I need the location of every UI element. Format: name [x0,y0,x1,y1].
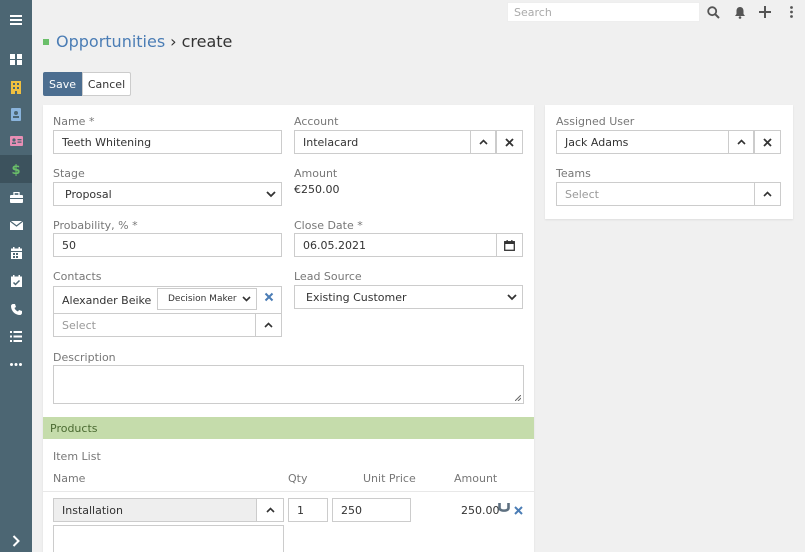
task-list-icon[interactable] [0,322,32,350]
chevron-down-icon [507,294,517,301]
teams-label: Teams [556,167,591,180]
description-label: Description [53,351,116,364]
close-icon [763,137,772,147]
more-icon[interactable] [0,350,32,378]
plus-icon[interactable] [756,3,774,21]
close-date-field[interactable]: 06.05.2021 [294,233,497,257]
contacts-select-input[interactable]: Select [53,313,256,337]
menu-icon[interactable] [0,6,32,34]
bell-icon[interactable] [731,3,749,21]
contact-remove-button[interactable] [264,292,274,305]
divider [43,491,534,492]
chevron-up-icon [736,139,746,145]
teams-select-input[interactable]: Select [556,182,755,206]
products-section-header: Products [43,417,534,439]
chevron-down-icon [266,191,276,198]
column-unit-price: Unit Price [363,472,416,485]
products-title: Products [50,421,98,435]
date-picker-button[interactable] [496,233,523,257]
account-label: Account [294,115,339,128]
unit-price-field[interactable]: 250 [332,498,411,522]
column-qty: Qty [288,472,308,485]
close-icon [514,506,523,515]
chevron-up-icon [264,322,273,328]
product-name-field[interactable]: Installation [53,498,257,522]
product-select-button[interactable] [256,498,284,522]
assigned-user-label: Assigned User [556,115,635,128]
teams-select-button[interactable] [754,182,781,206]
save-button[interactable]: Save [43,72,82,96]
remove-row-button[interactable] [514,505,523,518]
expand-icon[interactable] [0,527,32,552]
chevron-up-icon [763,191,772,197]
name-field[interactable]: Teeth Whitening [53,130,282,154]
lead-source-value: Existing Customer [306,290,407,304]
svg-text:$: $ [11,163,20,176]
calendar-icon[interactable] [0,239,32,267]
row-amount: 250.00 [461,504,500,517]
contacts-select-button[interactable] [255,313,282,337]
building-icon[interactable] [0,73,32,101]
module-color-mark [43,38,49,45]
qty-field[interactable]: 1 [288,498,328,522]
account-clear-button[interactable] [496,130,523,154]
breadcrumb-module-link[interactable]: Opportunities [56,32,165,51]
id-card-icon[interactable] [0,127,32,155]
probability-label: Probability, % * [53,219,138,232]
page-title: create [181,32,233,51]
amount-value: €250.00 [294,183,340,196]
dollar-icon[interactable]: $ [0,155,32,183]
calendar-icon [504,239,515,251]
contacts-label: Contacts [53,270,102,283]
chevron-up-icon [265,507,275,513]
contact-role-value: Decision Maker [168,294,237,304]
contact-icon[interactable] [0,100,32,128]
drag-handle-icon[interactable] [498,503,510,517]
contact-name[interactable]: Alexander Beike [62,294,151,307]
envelope-icon[interactable] [0,211,32,239]
stage-label: Stage [53,167,85,180]
column-name: Name [53,472,86,485]
lead-source-label: Lead Source [294,270,362,283]
close-icon [264,292,274,302]
description-textarea[interactable] [53,365,524,404]
breadcrumb: Opportunities › create [43,32,232,51]
stage-select[interactable]: Proposal [53,182,282,206]
assigned-user-select-button[interactable] [728,130,754,154]
chevron-down-icon [242,296,251,302]
close-icon [505,137,514,147]
close-date-label: Close Date * [294,219,363,232]
chevron-up-icon [478,139,488,145]
resize-grip-icon [515,395,521,401]
account-field[interactable]: Intelacard [294,130,471,154]
search-icon[interactable] [704,3,722,21]
assigned-user-clear-button[interactable] [754,130,781,154]
phone-icon[interactable] [0,295,32,323]
search-input[interactable] [507,2,700,22]
contact-role-select[interactable]: Decision Maker [157,288,257,310]
column-amount: Amount [454,472,498,485]
amount-label: Amount [294,167,338,180]
dashboard-icon[interactable] [0,45,32,73]
name-label: Name * [53,115,95,128]
assigned-user-field[interactable]: Jack Adams [556,130,729,154]
stage-select-value: Proposal [65,187,112,201]
cancel-button[interactable]: Cancel [82,72,131,96]
probability-field[interactable]: 50 [53,233,282,257]
lead-source-select[interactable]: Existing Customer [294,285,523,309]
account-select-button[interactable] [470,130,496,154]
calendar-check-icon[interactable] [0,267,32,295]
item-list-label: Item List [53,450,101,463]
briefcase-icon[interactable] [0,183,32,211]
kebab-menu-icon[interactable] [782,3,800,21]
sidebar: $ [0,0,32,552]
product-description-field[interactable] [53,525,284,552]
breadcrumb-separator: › [170,32,177,51]
